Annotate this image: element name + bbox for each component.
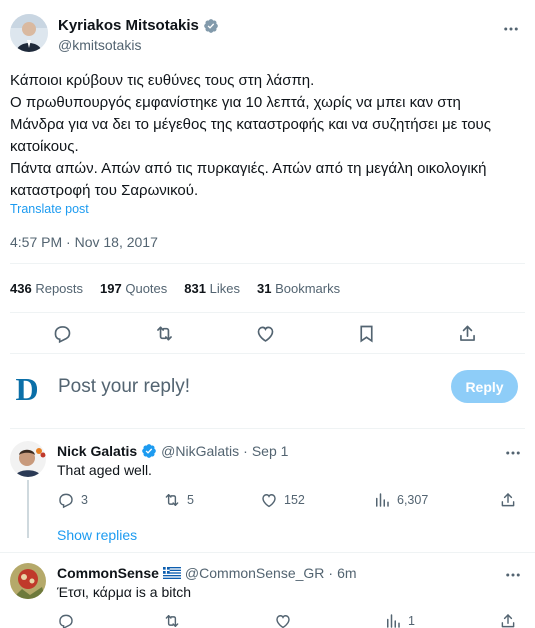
- reply-author-name[interactable]: Nick Galatis: [57, 443, 137, 459]
- likes-stat[interactable]: 831 Likes: [184, 281, 240, 296]
- bookmark-icon[interactable]: [356, 323, 377, 344]
- like-action[interactable]: [274, 612, 298, 628]
- reply-author-row[interactable]: Nick Galatis @NikGalatis · Sep 1: [57, 443, 288, 459]
- repost-icon[interactable]: [154, 323, 175, 344]
- divider: [10, 353, 525, 354]
- divider: [10, 428, 525, 429]
- view-count: 1: [408, 614, 415, 628]
- bookmarks-stat[interactable]: 31 Bookmarks: [257, 281, 340, 296]
- reply-avatar[interactable]: [10, 563, 46, 599]
- tweet-line: Μάνδρα για να δει το μέγεθος της καταστρ…: [10, 116, 491, 133]
- reply-input[interactable]: Post your reply!: [58, 376, 190, 398]
- views-action[interactable]: 6,307: [373, 491, 428, 509]
- translate-post-link[interactable]: Translate post: [10, 202, 89, 216]
- views-icon: [387, 614, 400, 628]
- reply-avatar[interactable]: [10, 441, 46, 477]
- reply-author-name[interactable]: CommonSense: [57, 565, 159, 581]
- show-replies-link[interactable]: Show replies: [57, 527, 137, 543]
- author-avatar[interactable]: [10, 14, 48, 52]
- like-count: 152: [284, 493, 305, 507]
- views-icon: [376, 493, 389, 507]
- repost-action[interactable]: [163, 612, 187, 628]
- greece-flag-icon: [162, 567, 181, 579]
- thread-line: [27, 480, 29, 538]
- author-name-row[interactable]: Kyriakos Mitsotakis: [58, 17, 219, 34]
- reply-handle[interactable]: @CommonSense_GR: [185, 565, 325, 581]
- divider: [0, 552, 535, 553]
- reposts-stat[interactable]: 436 Reposts: [10, 281, 83, 296]
- like-icon: [276, 615, 290, 628]
- repost-action[interactable]: 5: [163, 491, 194, 509]
- reply-time[interactable]: 6m: [337, 565, 356, 581]
- views-action[interactable]: 1: [384, 612, 415, 628]
- reply-button[interactable]: Reply: [451, 370, 518, 403]
- author-handle[interactable]: @kmitsotakis: [58, 37, 141, 53]
- reply-icon: [59, 614, 73, 628]
- reply-count: 3: [81, 493, 88, 507]
- tweet-line: καταστροφή του Σαρωνικού.: [10, 182, 199, 199]
- repost-icon: [165, 615, 179, 627]
- reply-action[interactable]: 3: [57, 491, 88, 509]
- share-action[interactable]: [499, 612, 517, 628]
- tweet-line: κατοίκους.: [10, 138, 79, 155]
- reply-time[interactable]: Sep 1: [252, 443, 289, 459]
- divider: [10, 263, 525, 264]
- divider: [10, 312, 525, 313]
- tweet-text: Κάποιοι κρύβουν τις ευθύνες τους στη λάσ…: [10, 70, 525, 202]
- my-avatar[interactable]: D: [10, 371, 44, 405]
- reply-text: Έτσι, κάρμα is a bitch: [57, 584, 192, 600]
- reply-icon[interactable]: [52, 323, 73, 344]
- more-options-icon[interactable]: [504, 566, 522, 584]
- reply-action[interactable]: [57, 612, 81, 628]
- reply-handle[interactable]: @NikGalatis: [161, 443, 239, 459]
- share-icon: [501, 614, 515, 628]
- tweet-timestamp[interactable]: 4:57 PM · Nov 18, 2017: [10, 234, 158, 250]
- verified-badge-icon: [203, 18, 219, 34]
- tweet-line: Κάποιοι κρύβουν τις ευθύνες τους στη λάσ…: [10, 72, 315, 89]
- author-name[interactable]: Kyriakos Mitsotakis: [58, 17, 199, 34]
- like-icon[interactable]: [255, 323, 276, 344]
- separator-dot: ·: [243, 443, 248, 459]
- repost-count: 5: [187, 493, 194, 507]
- engagement-stats: 436 Reposts 197 Quotes 831 Likes 31 Book…: [10, 281, 357, 296]
- reply-text: That aged well.: [57, 462, 152, 478]
- share-icon: [501, 493, 515, 507]
- view-count: 6,307: [397, 493, 429, 507]
- tweet-line: Πάντα απών. Απών από τις πυρκαγιές. Απών…: [10, 160, 487, 177]
- quotes-stat[interactable]: 197 Quotes: [100, 281, 167, 296]
- more-options-icon[interactable]: [504, 444, 522, 462]
- reply-icon: [59, 493, 73, 509]
- like-icon: [262, 494, 276, 508]
- separator-dot: ·: [328, 565, 334, 581]
- share-action[interactable]: [499, 491, 517, 509]
- more-options-icon[interactable]: [502, 20, 520, 38]
- svg-text:D: D: [15, 371, 38, 405]
- repost-icon: [165, 494, 179, 506]
- tweet-line: Ο πρωθυπουργός εμφανίστηκε για 10 λεπτά,…: [10, 94, 461, 111]
- verified-badge-icon: [141, 443, 157, 459]
- share-icon[interactable]: [457, 323, 478, 344]
- like-action[interactable]: 152: [260, 491, 305, 509]
- reply-author-row[interactable]: CommonSense @CommonSense_GR · 6m: [57, 565, 357, 581]
